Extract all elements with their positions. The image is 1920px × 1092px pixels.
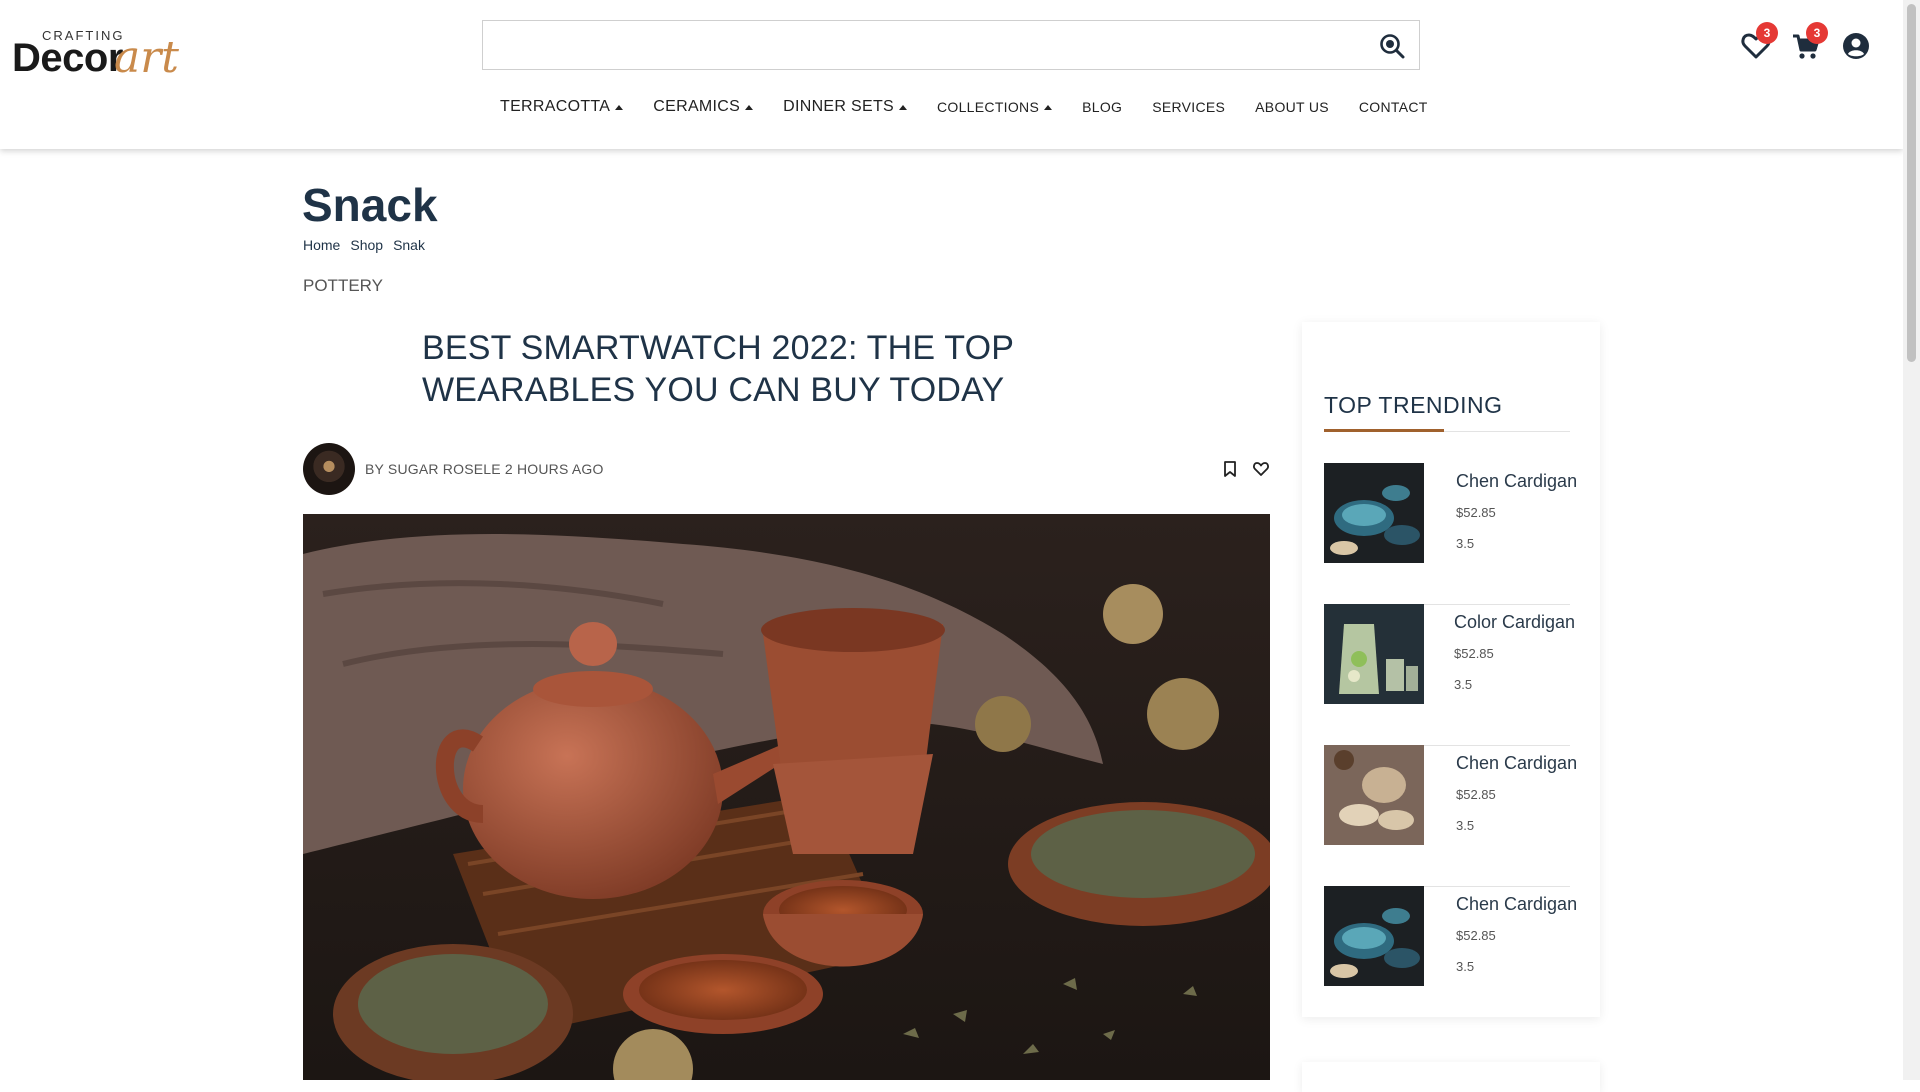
cart-count-badge: 3 (1806, 22, 1828, 44)
title-accent-bar (1324, 429, 1444, 432)
nav-item-ceramics[interactable]: CERAMICS (653, 98, 754, 116)
breadcrumb: Home Shop Snak (303, 237, 425, 253)
wishlist-button[interactable]: 3 (1740, 22, 1778, 62)
product-name[interactable]: Chen Cardigan (1456, 894, 1577, 915)
glass-pitcher-image (1324, 604, 1424, 704)
main-nav: TERRACOTTA CERAMICS DINNER SETS COLLECTI… (500, 98, 1458, 116)
bookmark-icon[interactable] (1222, 460, 1238, 478)
nav-item-terracotta[interactable]: TERRACOTTA (500, 98, 624, 116)
nav-label: TERRACOTTA (500, 98, 611, 115)
nav-label: COLLECTIONS (937, 99, 1040, 115)
sidebar-card (1302, 1062, 1600, 1092)
wishlist-count-badge: 3 (1756, 22, 1778, 44)
trending-item[interactable]: Chen Cardigan $52.85 3.5 (1324, 463, 1577, 605)
product-name[interactable]: Chen Cardigan (1456, 471, 1577, 492)
trending-item[interactable]: Chen Cardigan $52.85 3.5 (1324, 886, 1577, 1027)
page-title: Snack (302, 179, 438, 231)
caret-up-icon (1044, 104, 1053, 110)
product-rating: 3.5 (1456, 536, 1475, 551)
search-input[interactable] (493, 29, 1357, 63)
user-icon (1843, 33, 1869, 59)
teapot-illustration (303, 514, 1270, 1080)
blue-ceramic-bowls-image (1324, 463, 1424, 563)
nav-item-blog[interactable]: BLOG (1082, 98, 1122, 116)
nav-label: DINNER SETS (783, 98, 894, 115)
sidebar-title: TOP TRENDING (1324, 392, 1503, 418)
cart-button[interactable]: 3 (1790, 22, 1828, 62)
trending-item[interactable]: Color Cardigan $52.85 3.5 (1324, 604, 1575, 746)
header-icons: 3 3 (1740, 22, 1890, 62)
product-name[interactable]: Chen Cardigan (1456, 753, 1577, 774)
post-title: BEST SMARTWATCH 2022: THE TOP WEARABLES … (422, 329, 1014, 409)
product-price: $52.85 (1456, 928, 1496, 943)
logo[interactable]: CRAFTING Decor art (12, 24, 192, 83)
post-actions (1222, 460, 1270, 478)
logo-script-text: art (114, 32, 179, 83)
blue-ceramic-bowls-image (1324, 886, 1424, 986)
nav-item-services[interactable]: SERVICES (1152, 98, 1225, 116)
product-thumbnail[interactable] (1324, 745, 1424, 845)
product-thumbnail[interactable] (1324, 463, 1424, 563)
product-thumbnail[interactable] (1324, 604, 1424, 704)
breadcrumb-shop[interactable]: Shop (350, 237, 383, 253)
nav-label: SERVICES (1152, 99, 1226, 115)
post-category[interactable]: POTTERY (303, 276, 383, 296)
author-row: BY SUGAR ROSELE 2 HOURS AGO (303, 443, 1270, 495)
nav-label: ABOUT US (1255, 99, 1329, 115)
top-trending-card: TOP TRENDING Chen Cardigan $52.85 3.5 Co… (1302, 322, 1600, 1017)
logo-main-text: Decor (12, 36, 123, 80)
beige-teaset-image (1324, 745, 1424, 845)
trending-item[interactable]: Chen Cardigan $52.85 3.5 (1324, 745, 1577, 887)
product-price: $52.85 (1454, 646, 1494, 661)
breadcrumb-current: Snak (393, 237, 425, 253)
caret-up-icon (745, 104, 754, 110)
product-thumbnail[interactable] (1324, 886, 1424, 986)
nav-item-contact[interactable]: CONTACT (1359, 98, 1428, 116)
product-price: $52.85 (1456, 787, 1496, 802)
nav-label: CONTACT (1358, 99, 1428, 115)
breadcrumb-home[interactable]: Home (303, 237, 340, 253)
caret-up-icon (615, 104, 624, 110)
account-button[interactable] (1840, 30, 1872, 62)
scrollbar-thumb[interactable] (1907, 4, 1916, 362)
nav-item-collections[interactable]: COLLECTIONS (937, 98, 1053, 116)
product-rating: 3.5 (1454, 677, 1473, 692)
nav-label: CERAMICS (653, 98, 741, 115)
caret-up-icon (899, 104, 907, 110)
nav-item-dinner-sets[interactable]: DINNER SETS (783, 98, 907, 116)
product-name[interactable]: Color Cardigan (1454, 612, 1575, 633)
search-icon[interactable] (1379, 33, 1405, 59)
search-bar (482, 20, 1420, 70)
nav-item-about-us[interactable]: ABOUT US (1255, 98, 1329, 116)
product-price: $52.85 (1456, 505, 1496, 520)
byline: BY SUGAR ROSELE 2 HOURS AGO (365, 461, 604, 477)
avatar[interactable] (303, 443, 355, 495)
product-rating: 3.5 (1456, 959, 1475, 974)
site-header: CRAFTING Decor art TERRACOTTA CERAMICS D… (0, 0, 1903, 149)
like-icon[interactable] (1252, 460, 1270, 478)
product-rating: 3.5 (1456, 818, 1475, 833)
nav-label: BLOG (1082, 99, 1123, 115)
post-hero-image (303, 514, 1270, 1080)
